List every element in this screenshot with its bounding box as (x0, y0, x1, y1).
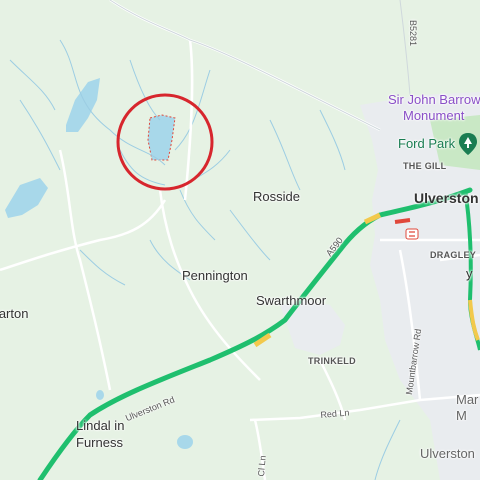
map-view[interactable]: B5281 Sir John Barrow Monument Ford Park… (0, 0, 480, 480)
town-label-ulverston[interactable]: Ulverston (414, 190, 479, 206)
area-label-dragley: DRAGLEY (430, 250, 477, 260)
label-partial-m: M (456, 408, 467, 423)
pond-2 (96, 390, 104, 400)
rail-station-icon (405, 228, 419, 240)
place-label-lindal[interactable]: Lindal in (76, 418, 124, 433)
place-label-lindal-line2[interactable]: Furness (76, 435, 123, 450)
road-label-b5281: B5281 (408, 20, 418, 47)
area-label-trinkeld: TRINKELD (308, 356, 356, 366)
pond-1 (177, 435, 193, 449)
place-label-pennington[interactable]: Pennington (182, 268, 248, 283)
place-label-marton[interactable]: Marton (0, 306, 28, 321)
place-label-swarthmoor[interactable]: Swarthmoor (256, 293, 326, 308)
area-label-the-gill: THE GILL (403, 161, 447, 171)
poi-ford-park[interactable]: Ford Park (398, 136, 455, 151)
place-label-rosside[interactable]: Rosside (253, 189, 300, 204)
poi-sir-john-barrow-line2[interactable]: Monument (403, 108, 464, 123)
label-partial-y: y (466, 266, 473, 281)
map-canvas[interactable] (0, 0, 480, 480)
place-label-ulverston-bottom[interactable]: Ulverston (420, 446, 475, 461)
label-partial-mar: Mar (456, 392, 479, 407)
road-label-cl-ln: Cl Ln (256, 455, 268, 477)
poi-sir-john-barrow[interactable]: Sir John Barrow (388, 92, 480, 107)
town-road-heavy (394, 218, 411, 224)
